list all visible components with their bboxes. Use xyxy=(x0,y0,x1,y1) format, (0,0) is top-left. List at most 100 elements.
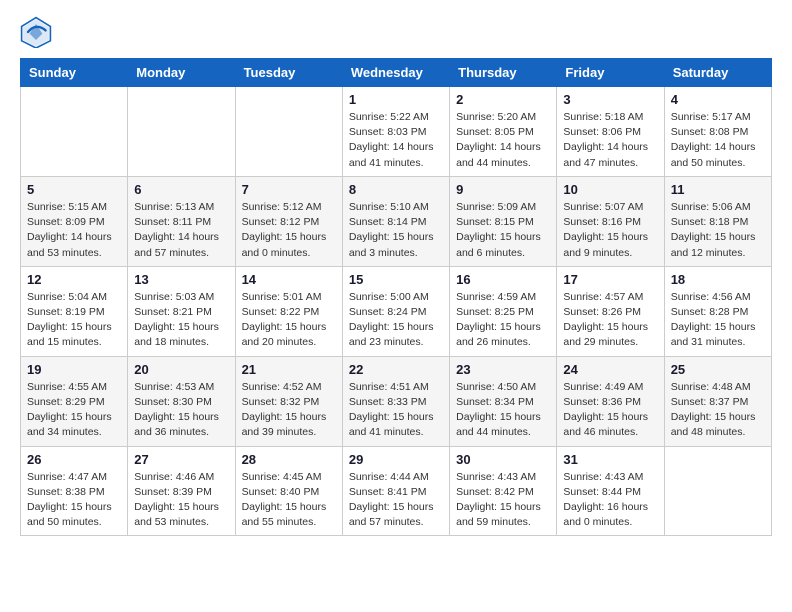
calendar-day-25: 25 Sunrise: 4:48 AM Sunset: 8:37 PM Dayli… xyxy=(664,356,771,446)
calendar-day-15: 15Sunrise: 5:00 AM Sunset: 8:24 PM Dayli… xyxy=(342,266,449,356)
day-info: Sunrise: 4:43 AM Sunset: 8:44 PM Dayligh… xyxy=(563,470,657,531)
page: SundayMondayTuesdayWednesdayThursdayFrid… xyxy=(0,0,792,552)
weekday-header-friday: Friday xyxy=(557,59,664,87)
calendar-day-28: 28 Sunrise: 4:45 AM Sunset: 8:40 PM Dayli… xyxy=(235,446,342,536)
calendar-day-9: 9 Sunrise: 5:09 AM Sunset: 8:15 PM Daylig… xyxy=(450,176,557,266)
day-info: Sunrise: 5:22 AM Sunset: 8:03 PM Dayligh… xyxy=(349,110,443,171)
day-number: 14 xyxy=(242,272,336,287)
day-info: Sunrise: 4:56 AM Sunset: 8:28 PM Dayligh… xyxy=(671,290,765,351)
logo-icon xyxy=(20,16,52,48)
calendar-day-2: 2 Sunrise: 5:20 AM Sunset: 8:05 PM Daylig… xyxy=(450,87,557,177)
day-info: Sunrise: 5:12 AM Sunset: 8:12 PM Dayligh… xyxy=(242,200,336,261)
day-number: 3 xyxy=(563,92,657,107)
day-number: 8 xyxy=(349,182,443,197)
day-info: Sunrise: 4:48 AM Sunset: 8:37 PM Dayligh… xyxy=(671,380,765,441)
calendar-day-30: 30Sunrise: 4:43 AM Sunset: 8:42 PM Dayli… xyxy=(450,446,557,536)
day-info: Sunrise: 4:44 AM Sunset: 8:41 PM Dayligh… xyxy=(349,470,443,531)
calendar-day-11: 11 Sunrise: 5:06 AM Sunset: 8:18 PM Dayli… xyxy=(664,176,771,266)
day-number: 22 xyxy=(349,362,443,377)
day-info: Sunrise: 5:01 AM Sunset: 8:22 PM Dayligh… xyxy=(242,290,336,351)
calendar-table: SundayMondayTuesdayWednesdayThursdayFrid… xyxy=(20,58,772,536)
calendar-day-24: 24Sunrise: 4:49 AM Sunset: 8:36 PM Dayli… xyxy=(557,356,664,446)
calendar-week-row: 5 Sunrise: 5:15 AM Sunset: 8:09 PM Daylig… xyxy=(21,176,772,266)
day-info: Sunrise: 4:43 AM Sunset: 8:42 PM Dayligh… xyxy=(456,470,550,531)
day-number: 19 xyxy=(27,362,121,377)
day-number: 29 xyxy=(349,452,443,467)
day-number: 12 xyxy=(27,272,121,287)
day-number: 5 xyxy=(27,182,121,197)
day-info: Sunrise: 4:46 AM Sunset: 8:39 PM Dayligh… xyxy=(134,470,228,531)
day-info: Sunrise: 4:50 AM Sunset: 8:34 PM Dayligh… xyxy=(456,380,550,441)
calendar-day-6: 6Sunrise: 5:13 AM Sunset: 8:11 PM Daylig… xyxy=(128,176,235,266)
calendar-day-26: 26Sunrise: 4:47 AM Sunset: 8:38 PM Dayli… xyxy=(21,446,128,536)
calendar-day-16: 16 Sunrise: 4:59 AM Sunset: 8:25 PM Dayli… xyxy=(450,266,557,356)
calendar-week-row: 26Sunrise: 4:47 AM Sunset: 8:38 PM Dayli… xyxy=(21,446,772,536)
calendar-empty-cell xyxy=(235,87,342,177)
day-info: Sunrise: 5:03 AM Sunset: 8:21 PM Dayligh… xyxy=(134,290,228,351)
day-number: 9 xyxy=(456,182,550,197)
calendar-day-13: 13 Sunrise: 5:03 AM Sunset: 8:21 PM Dayli… xyxy=(128,266,235,356)
calendar-day-18: 18 Sunrise: 4:56 AM Sunset: 8:28 PM Dayli… xyxy=(664,266,771,356)
day-number: 26 xyxy=(27,452,121,467)
calendar-day-17: 17 Sunrise: 4:57 AM Sunset: 8:26 PM Dayli… xyxy=(557,266,664,356)
day-info: Sunrise: 4:57 AM Sunset: 8:26 PM Dayligh… xyxy=(563,290,657,351)
day-info: Sunrise: 4:49 AM Sunset: 8:36 PM Dayligh… xyxy=(563,380,657,441)
day-info: Sunrise: 5:15 AM Sunset: 8:09 PM Dayligh… xyxy=(27,200,121,261)
day-number: 13 xyxy=(134,272,228,287)
calendar-empty-cell xyxy=(21,87,128,177)
day-number: 6 xyxy=(134,182,228,197)
day-number: 31 xyxy=(563,452,657,467)
calendar-day-14: 14 Sunrise: 5:01 AM Sunset: 8:22 PM Dayli… xyxy=(235,266,342,356)
day-info: Sunrise: 5:09 AM Sunset: 8:15 PM Dayligh… xyxy=(456,200,550,261)
calendar-day-19: 19Sunrise: 4:55 AM Sunset: 8:29 PM Dayli… xyxy=(21,356,128,446)
day-info: Sunrise: 5:04 AM Sunset: 8:19 PM Dayligh… xyxy=(27,290,121,351)
day-number: 11 xyxy=(671,182,765,197)
day-info: Sunrise: 4:59 AM Sunset: 8:25 PM Dayligh… xyxy=(456,290,550,351)
logo xyxy=(20,16,58,48)
day-number: 25 xyxy=(671,362,765,377)
day-number: 21 xyxy=(242,362,336,377)
calendar-day-8: 8 Sunrise: 5:10 AM Sunset: 8:14 PM Daylig… xyxy=(342,176,449,266)
calendar-day-29: 29 Sunrise: 4:44 AM Sunset: 8:41 PM Dayli… xyxy=(342,446,449,536)
day-info: Sunrise: 5:10 AM Sunset: 8:14 PM Dayligh… xyxy=(349,200,443,261)
weekday-header-sunday: Sunday xyxy=(21,59,128,87)
day-number: 16 xyxy=(456,272,550,287)
calendar-day-4: 4Sunrise: 5:17 AM Sunset: 8:08 PM Daylig… xyxy=(664,87,771,177)
calendar-day-5: 5 Sunrise: 5:15 AM Sunset: 8:09 PM Daylig… xyxy=(21,176,128,266)
day-number: 2 xyxy=(456,92,550,107)
day-info: Sunrise: 5:18 AM Sunset: 8:06 PM Dayligh… xyxy=(563,110,657,171)
day-info: Sunrise: 5:06 AM Sunset: 8:18 PM Dayligh… xyxy=(671,200,765,261)
day-number: 7 xyxy=(242,182,336,197)
calendar-day-1: 1 Sunrise: 5:22 AM Sunset: 8:03 PM Daylig… xyxy=(342,87,449,177)
day-number: 18 xyxy=(671,272,765,287)
calendar-day-10: 10 Sunrise: 5:07 AM Sunset: 8:16 PM Dayli… xyxy=(557,176,664,266)
day-info: Sunrise: 4:45 AM Sunset: 8:40 PM Dayligh… xyxy=(242,470,336,531)
calendar-day-20: 20Sunrise: 4:53 AM Sunset: 8:30 PM Dayli… xyxy=(128,356,235,446)
weekday-header-thursday: Thursday xyxy=(450,59,557,87)
day-number: 15 xyxy=(349,272,443,287)
day-number: 28 xyxy=(242,452,336,467)
calendar-week-row: 19Sunrise: 4:55 AM Sunset: 8:29 PM Dayli… xyxy=(21,356,772,446)
weekday-header-tuesday: Tuesday xyxy=(235,59,342,87)
calendar-week-row: 12 Sunrise: 5:04 AM Sunset: 8:19 PM Dayli… xyxy=(21,266,772,356)
calendar-week-row: 1 Sunrise: 5:22 AM Sunset: 8:03 PM Daylig… xyxy=(21,87,772,177)
day-number: 17 xyxy=(563,272,657,287)
calendar-day-23: 23Sunrise: 4:50 AM Sunset: 8:34 PM Dayli… xyxy=(450,356,557,446)
calendar-empty-cell xyxy=(128,87,235,177)
day-info: Sunrise: 5:20 AM Sunset: 8:05 PM Dayligh… xyxy=(456,110,550,171)
day-info: Sunrise: 5:17 AM Sunset: 8:08 PM Dayligh… xyxy=(671,110,765,171)
day-number: 27 xyxy=(134,452,228,467)
calendar-empty-cell xyxy=(664,446,771,536)
day-info: Sunrise: 4:51 AM Sunset: 8:33 PM Dayligh… xyxy=(349,380,443,441)
day-info: Sunrise: 5:07 AM Sunset: 8:16 PM Dayligh… xyxy=(563,200,657,261)
calendar-day-3: 3 Sunrise: 5:18 AM Sunset: 8:06 PM Daylig… xyxy=(557,87,664,177)
weekday-header-monday: Monday xyxy=(128,59,235,87)
calendar-day-21: 21Sunrise: 4:52 AM Sunset: 8:32 PM Dayli… xyxy=(235,356,342,446)
calendar-day-12: 12 Sunrise: 5:04 AM Sunset: 8:19 PM Dayli… xyxy=(21,266,128,356)
header xyxy=(20,16,772,48)
day-info: Sunrise: 4:53 AM Sunset: 8:30 PM Dayligh… xyxy=(134,380,228,441)
weekday-header-wednesday: Wednesday xyxy=(342,59,449,87)
day-number: 1 xyxy=(349,92,443,107)
calendar-day-31: 31 Sunrise: 4:43 AM Sunset: 8:44 PM Dayli… xyxy=(557,446,664,536)
day-number: 10 xyxy=(563,182,657,197)
